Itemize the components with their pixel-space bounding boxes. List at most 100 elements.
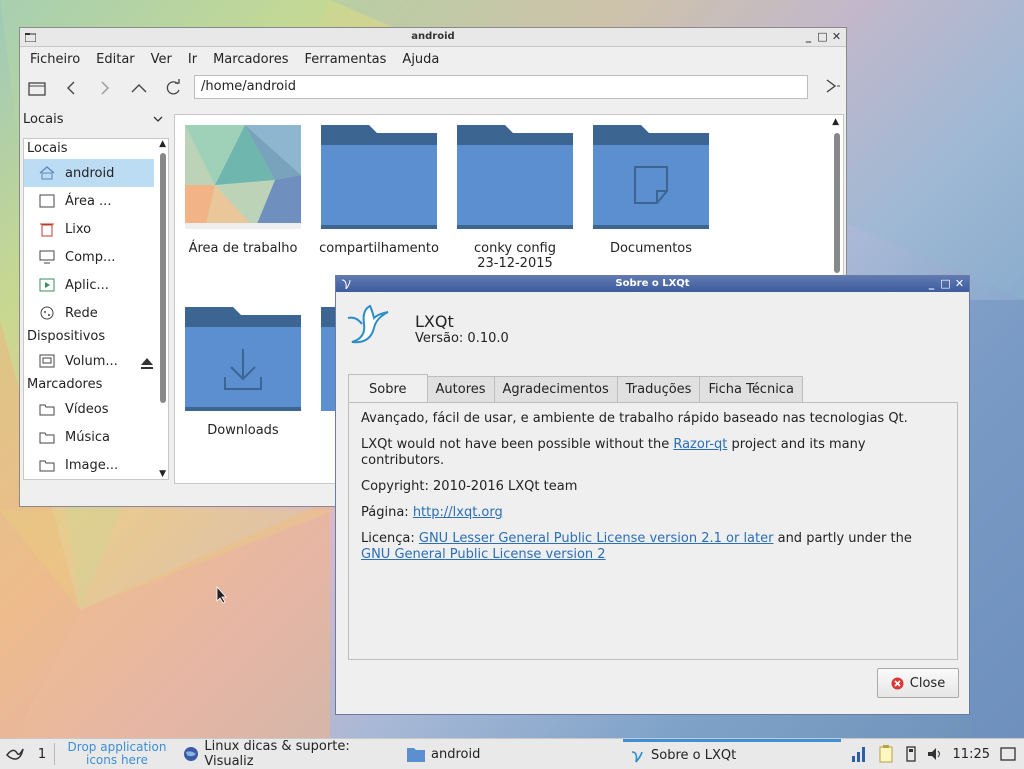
new-tab-button[interactable] [20,73,54,103]
tab-autores[interactable]: Autores [426,376,495,402]
dialog-title: Sobre o LXQt [615,278,690,289]
side-panel-selector[interactable]: Locais [21,106,171,132]
close-circle-icon [891,677,904,689]
tab-sobre[interactable]: Sobre [348,374,428,402]
documents-folder-icon [593,125,709,229]
text-segment: and partly under the [773,531,912,546]
fm-title: android [411,31,455,42]
computer-icon [38,249,56,265]
tab-ficha-tecnica[interactable]: Ficha Técnica [699,376,803,402]
task-about-lxqt[interactable]: Sobre o LXQt [623,739,841,769]
bookmark-label: Música [65,429,110,445]
side-scrollbar[interactable] [160,153,166,403]
place-applications[interactable]: Aplic... [24,271,154,299]
up-button[interactable] [122,73,156,103]
bookmark-label: Image... [65,457,119,473]
clock[interactable]: 11:25 [953,747,990,762]
trash-icon [38,221,56,237]
file-item[interactable]: Downloads [178,307,308,438]
folder-icon [457,125,573,229]
place-label: Rede [65,305,98,321]
dialog-titlebar[interactable]: Sobre o LXQt _ □ ✕ [336,276,969,292]
taskbar: 1 Drop application icons here Linux dica… [0,738,1024,769]
file-name: conky config 23-12-2015 [473,241,556,271]
scroll-up-arrow[interactable]: ▲ [159,139,166,149]
scroll-down-arrow[interactable]: ▼ [159,469,166,479]
maximize-button[interactable]: □ [817,28,828,46]
minimize-button[interactable]: _ [926,276,937,292]
folder-icon [24,31,37,43]
eject-icon[interactable] [140,357,154,374]
place-computer[interactable]: Comp... [24,243,154,271]
reload-icon [166,79,180,95]
license-text: Licença: GNU Lesser General Public Licen… [361,531,945,563]
menu-ir[interactable]: Ir [180,52,205,67]
menu-marcadores[interactable]: Marcadores [205,52,296,67]
lxqt-icon [631,750,643,763]
file-name: Documentos [609,241,693,256]
copyright-text: Copyright: 2010-2016 LXQt team [361,479,578,494]
place-android[interactable]: android [24,159,154,187]
drive-icon [38,353,56,369]
tab-agradecimentos[interactable]: Agradecimentos [493,376,618,402]
bookmark-videos[interactable]: Vídeos [24,395,154,423]
minimize-button[interactable]: _ [803,28,814,46]
menu-ver[interactable]: Ver [143,52,180,67]
bookmark-music[interactable]: Música [24,423,154,451]
menu-ajuda[interactable]: Ajuda [394,52,447,67]
folder-icon [38,457,56,473]
place-network[interactable]: Rede [24,299,154,327]
path-input[interactable]: /home/android [194,75,808,99]
side-panel-title: Locais [23,111,64,127]
about-dialog: Sobre o LXQt _ □ ✕ LXQt Versão: 0.10.0 S… [335,275,970,715]
tab-traducoes[interactable]: Traduções [616,376,701,402]
scroll-up-arrow[interactable]: ▲ [832,117,839,127]
task-browser[interactable]: Linux dicas & suporte: Visualiz [177,739,401,769]
menu-ferramentas[interactable]: Ferramentas [296,52,394,67]
fm-titlebar[interactable]: android _ □ ✕ [20,28,846,47]
place-desktop[interactable]: Área ... [24,187,154,215]
dialog-close-button[interactable]: Close [877,668,959,698]
homepage-link[interactable]: http://lxqt.org [413,505,503,520]
folder-icon [38,429,56,445]
go-button[interactable] [824,77,840,99]
menu-ficheiro[interactable]: Ficheiro [22,52,88,67]
close-button[interactable]: ✕ [954,276,965,292]
reload-button[interactable] [156,73,190,103]
up-arrow-icon [131,84,147,93]
file-name: compartilhamento [319,241,439,256]
desktop-switcher[interactable]: 1 [30,739,54,769]
applications-icon [38,277,56,293]
network-signal-icon[interactable] [851,746,867,762]
task-file-manager[interactable]: android [401,739,623,769]
lgpl-link[interactable]: GNU Lesser General Public License versio… [419,531,774,546]
gpl-link[interactable]: GNU General Public License version 2 [361,547,606,562]
bookmark-images[interactable]: Image... [24,451,154,479]
file-item[interactable]: Área de trabalho [178,125,308,256]
usb-device-icon[interactable] [905,746,917,762]
lxqt-logo-icon [346,304,394,352]
close-button[interactable]: ✕ [831,28,842,46]
chevron-down-icon [153,116,163,122]
tab-bar: Sobre Autores Agradecimentos Traduções F… [348,374,803,402]
device-volume[interactable]: Volum... [24,347,154,375]
file-name: Área de trabalho [188,241,298,256]
forward-button[interactable] [88,73,122,103]
bookmarks-section-header: Marcadores [27,377,103,392]
file-item[interactable]: conky config 23-12-2015 [450,125,580,271]
network-icon [38,305,56,321]
razor-qt-link[interactable]: Razor-qt [673,437,727,452]
maximize-button[interactable]: □ [940,276,951,292]
file-view-scrollbar[interactable] [834,133,840,273]
place-label: Lixo [65,221,92,237]
place-trash[interactable]: Lixo [24,215,154,243]
file-item[interactable]: Documentos [586,125,716,256]
volume-icon[interactable] [927,746,943,762]
clipboard-icon[interactable] [877,745,895,763]
file-item[interactable]: compartilhamento [314,125,444,256]
back-button[interactable] [54,73,88,103]
main-menu-button[interactable] [0,739,30,769]
show-desktop-icon[interactable] [1000,746,1016,762]
place-label: android [65,165,115,181]
menu-editar[interactable]: Editar [88,52,143,67]
